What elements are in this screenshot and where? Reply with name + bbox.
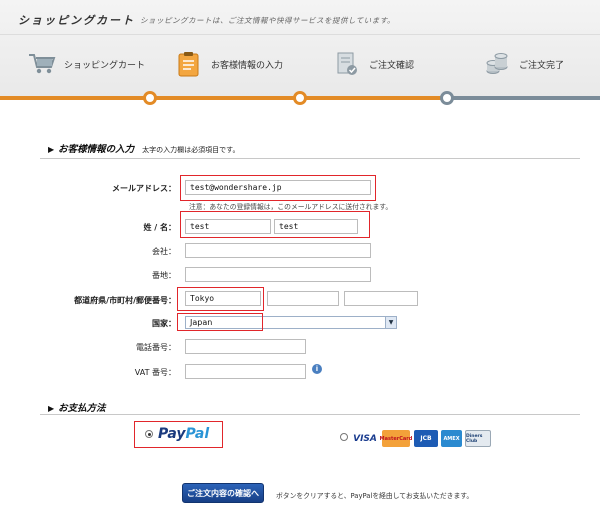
- step-cart: ショッピングカート: [28, 48, 145, 80]
- section-divider: [40, 158, 580, 159]
- checkout-header: ショッピングカート ショッピングカートは、ご注文情報や快得サービスを提供していま…: [0, 0, 600, 98]
- progress-track-remaining: [447, 96, 600, 100]
- zip-field[interactable]: [344, 291, 418, 306]
- country-highlight: [177, 313, 263, 331]
- step-cart-label: ショッピングカート: [64, 60, 146, 71]
- company-field[interactable]: [185, 243, 371, 258]
- document-check-icon: [333, 51, 361, 77]
- jcb-icon: JCB: [414, 430, 438, 447]
- clipboard-icon: [175, 51, 203, 77]
- step-order-confirm: ご注文確認: [333, 48, 414, 80]
- cart-icon: [28, 51, 56, 77]
- paypal-radio[interactable]: [145, 430, 153, 438]
- step-order-confirm-label: ご注文確認: [369, 60, 415, 71]
- email-label: メールアドレス：: [112, 184, 176, 193]
- header-divider: [0, 34, 600, 35]
- progress-node-2: [293, 91, 307, 105]
- name-highlight: [180, 211, 370, 238]
- footer-note: ボタンをクリアすると、PayPalを経由してお支払いただきます。: [276, 492, 474, 500]
- progress-node-3: [440, 91, 454, 105]
- progress-track-done: [0, 96, 447, 100]
- step-customer-info: お客様情報の入力: [175, 48, 283, 80]
- phone-label: 電話番号：: [136, 343, 176, 352]
- company-label: 会社：: [152, 247, 176, 256]
- payment-heading-text: お支払方法: [58, 403, 106, 414]
- credit-card-radio[interactable]: [340, 433, 348, 441]
- info-icon[interactable]: i: [312, 364, 322, 374]
- confirm-order-button[interactable]: ご注文内容の確認へ: [182, 483, 264, 503]
- header-subtitle: ショッピングカートは、ご注文情報や快得サービスを提供しています。: [140, 16, 396, 25]
- chevron-down-icon[interactable]: ▼: [385, 317, 396, 328]
- diners-club-icon: Diners Club: [465, 430, 491, 447]
- city-field[interactable]: [267, 291, 339, 306]
- phone-field[interactable]: [185, 339, 306, 354]
- vat-field[interactable]: [185, 364, 306, 379]
- location-label: 都道府県/市町村/郵便番号：: [74, 296, 176, 305]
- required-note: 太字の入力欄は必須項目です。: [142, 146, 240, 154]
- coins-icon: [483, 51, 511, 77]
- progress-node-1: [143, 91, 157, 105]
- step-order-complete: ご注文完了: [483, 48, 564, 80]
- email-highlight: [180, 175, 376, 201]
- email-hint: 注意：あなたの登録情報は，このメールアドレスに送付されます。: [189, 203, 393, 211]
- amex-icon: AMEX: [441, 430, 462, 447]
- vat-label: VAT 番号：: [134, 368, 176, 377]
- customer-info-heading: ▶ お客様情報の入力 太字の入力欄は必須項目です。: [48, 141, 239, 155]
- payment-heading: ▶ お支払方法: [48, 400, 106, 414]
- header-title: ショッピングカート: [18, 14, 135, 27]
- payment-divider: [40, 414, 580, 415]
- step-order-complete-label: ご注文完了: [519, 60, 565, 71]
- visa-icon: VISA: [353, 433, 377, 444]
- prefecture-highlight: [177, 287, 264, 311]
- mastercard-icon: MasterCard: [380, 430, 412, 447]
- country-label: 国家：: [152, 319, 176, 328]
- step-customer-info-label: お客様情報の入力: [211, 60, 284, 71]
- paypal-logo[interactable]: PayPal: [158, 426, 209, 442]
- section-arrow-icon: ▶: [48, 404, 55, 413]
- customer-info-heading-text: お客様情報の入力: [58, 144, 135, 155]
- section-arrow-icon: ▶: [48, 145, 55, 154]
- name-label: 姓 / 名：: [143, 223, 177, 232]
- address-label: 番地：: [152, 271, 176, 280]
- address-field[interactable]: [185, 267, 371, 282]
